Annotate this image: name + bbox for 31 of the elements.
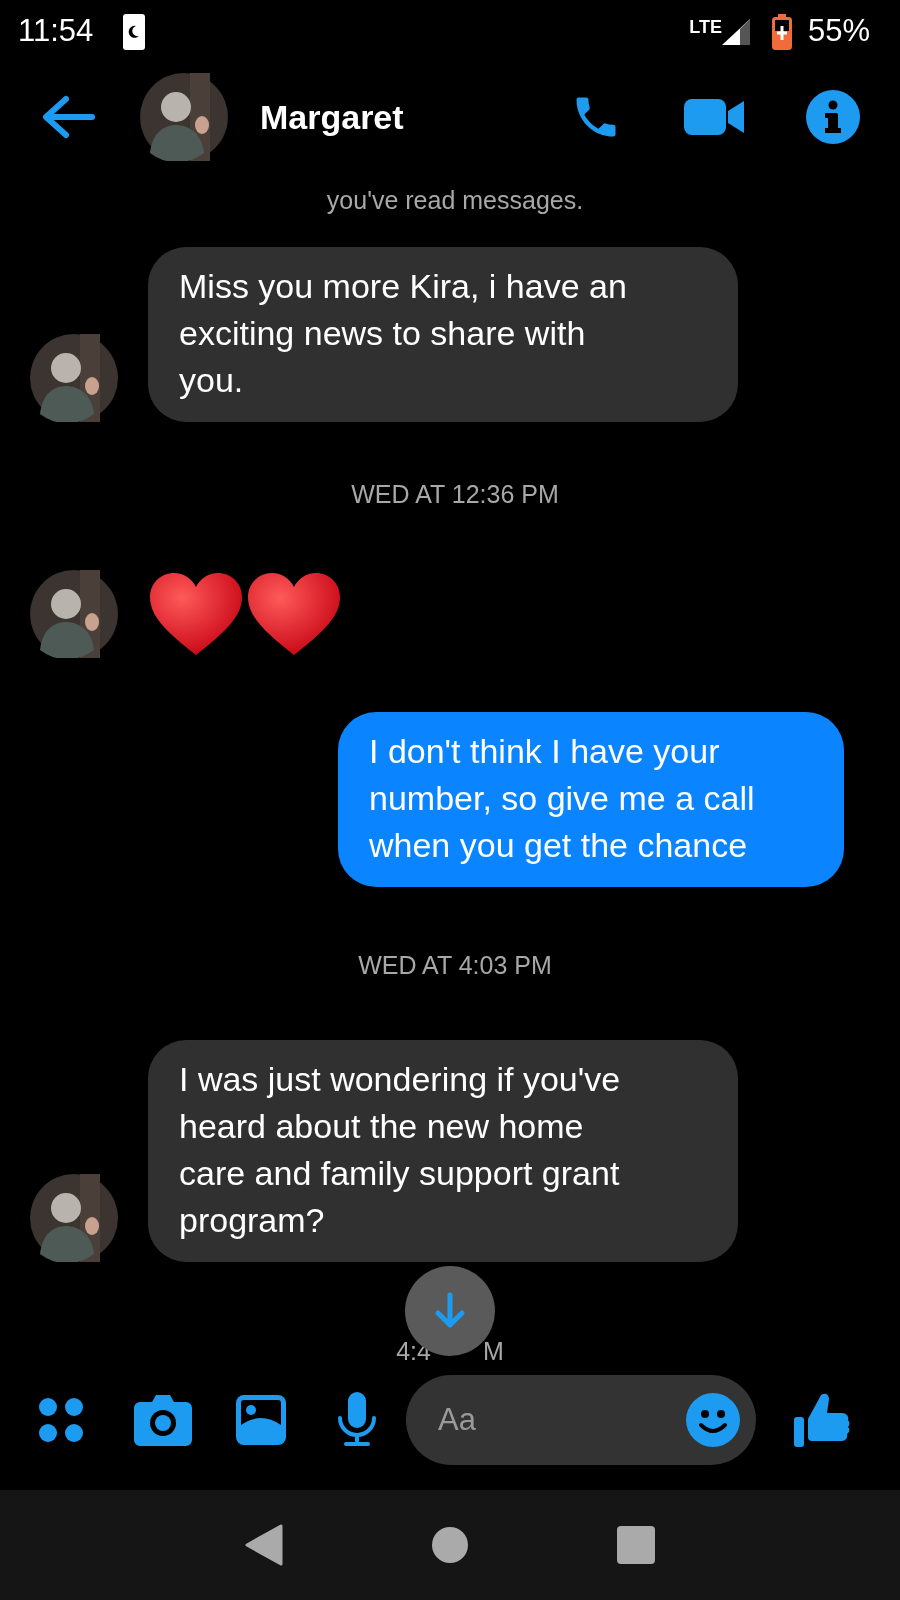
microphone-button[interactable] [336,1392,378,1449]
message-field[interactable]: Aa [406,1375,756,1466]
contact-name: Margaret [260,96,405,138]
timestamp: WED AT 12:36 PM [350,479,560,511]
emoji-icon[interactable] [686,1393,740,1448]
nav-home-button[interactable] [432,1526,468,1563]
text-input[interactable]: Aa [436,1395,686,1445]
battery-percent: 55% [807,12,870,51]
nav-recents-button[interactable] [617,1525,656,1564]
nav-back-button[interactable] [244,1523,283,1566]
moon-icon [123,13,146,50]
signal-icon [721,18,750,45]
timestamp: WED AT 4:03 PM [357,949,553,981]
back-button[interactable] [40,94,96,141]
message-bubble: I don't think I have your number, so give me a call when you get the chance [338,711,844,887]
gallery-button[interactable] [236,1395,286,1446]
video-call-button[interactable] [684,97,744,138]
network-label: LTE [689,16,722,39]
camera-button[interactable] [134,1394,192,1447]
like-button[interactable] [794,1391,850,1450]
read-notice: you've read messages. [325,184,585,216]
timestamp: M [482,1335,504,1367]
heart-icon [148,570,244,657]
down-arrow-icon [433,1292,467,1331]
heart-icon [246,570,342,657]
battery-icon [771,13,792,50]
status-time: 11:54 [18,12,94,51]
message-bubble: I was just wondering if you've heard about the new home care and family support grant program? [148,1040,738,1263]
info-button[interactable] [806,90,860,145]
message-bubble: Miss you more Kira, i have an exciting news to share with you. [148,247,738,423]
menu-button[interactable] [38,1397,84,1444]
